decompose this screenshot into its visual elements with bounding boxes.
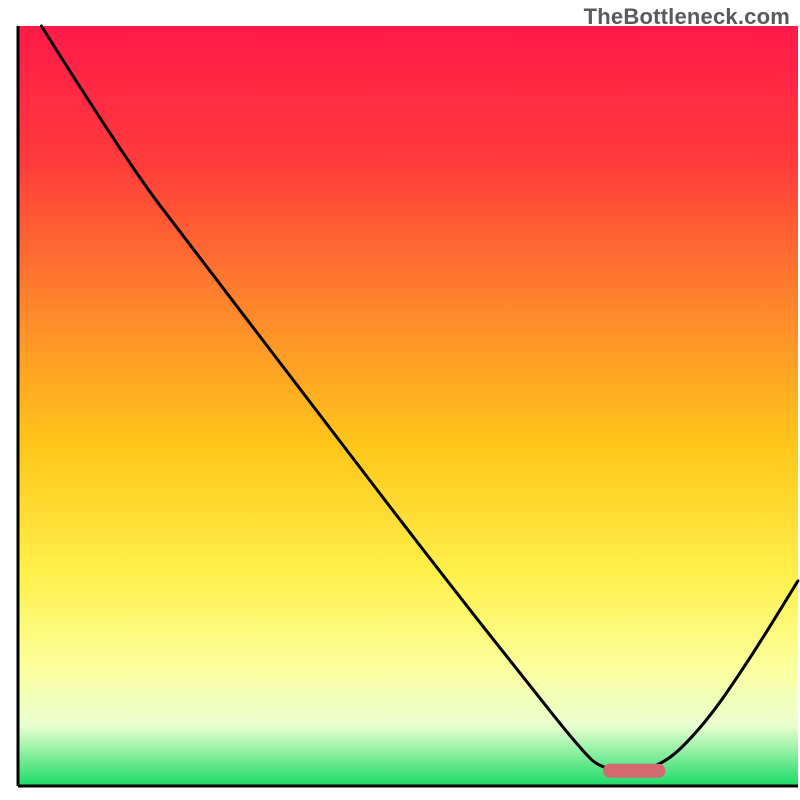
watermark-label: TheBottleneck.com xyxy=(584,4,790,30)
chart-container: TheBottleneck.com xyxy=(0,0,800,800)
bottleneck-chart xyxy=(0,0,800,800)
chart-background xyxy=(18,26,798,786)
optimal-marker xyxy=(603,764,665,778)
